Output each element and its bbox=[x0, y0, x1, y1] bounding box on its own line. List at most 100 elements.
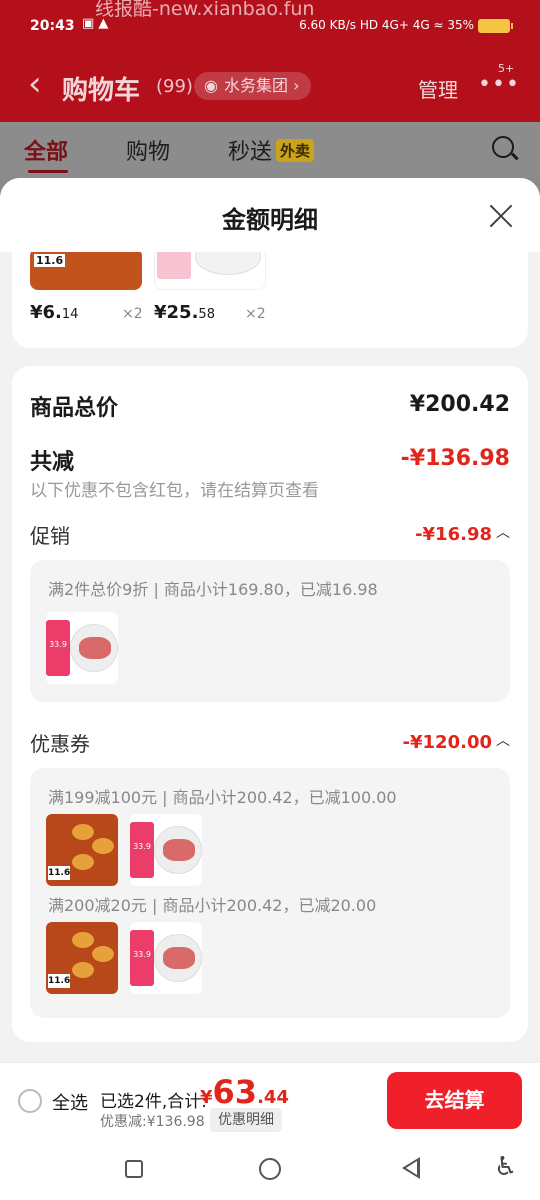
checkout-button[interactable]: 去结算 bbox=[387, 1072, 522, 1129]
discount-summary: 优惠减:¥136.98 bbox=[100, 1114, 205, 1130]
price-dec: .44 bbox=[257, 1087, 289, 1108]
search-icon[interactable] bbox=[492, 136, 514, 158]
pink-tag: 33.9 bbox=[130, 822, 154, 878]
item-price-int: ¥25. bbox=[154, 302, 199, 323]
cart-count: (99) bbox=[156, 76, 193, 97]
cart-nav-row: ‹ 购物车 (99) ◉ 水务集团 › 管理 ••• 5+ bbox=[0, 62, 540, 108]
product-thumb-meat[interactable]: 33.9 bbox=[46, 612, 118, 684]
promo-value: -¥16.98 bbox=[415, 524, 492, 545]
sheet-title: 金额明细 bbox=[222, 206, 318, 234]
total-reduce-label: 共减 bbox=[30, 450, 75, 475]
product-thumb-meat[interactable]: 33.9 bbox=[130, 814, 202, 886]
status-time: 20:43 bbox=[30, 18, 75, 34]
plate-image bbox=[154, 826, 202, 874]
thumb-price-tag: 33.9 bbox=[133, 950, 151, 959]
tab-underline bbox=[28, 170, 68, 173]
cake-shape bbox=[92, 946, 114, 962]
item-price-dec: 58 bbox=[198, 307, 215, 322]
back-nav-icon[interactable] bbox=[402, 1157, 420, 1179]
coupon-detail-box: 满199减100元 | 商品小计200.42，已减100.00 11.6 33.… bbox=[30, 768, 510, 1018]
checkout-bar: 全选 已选2件,合计: ¥63.44 优惠减:¥136.98 优惠明细 去结算 bbox=[0, 1062, 540, 1138]
product-thumb-food[interactable]: 11.6 bbox=[46, 814, 118, 886]
plate-image bbox=[154, 934, 202, 982]
thumb-price-tag: 33.9 bbox=[133, 842, 151, 851]
price-detail-card: 商品总价 ¥200.42 共减 -¥136.98 以下优惠不包含红包，请在结算页… bbox=[12, 366, 528, 1042]
select-all-checkbox[interactable] bbox=[18, 1089, 42, 1113]
selected-items-card: 11.6 ¥6.14 ×2 ¥25.58 ×2 bbox=[12, 252, 528, 348]
amount-detail-sheet: 金额明细 11.6 ¥6.14 ×2 ¥25.58 ×2 商品总价 ¥200.4… bbox=[0, 178, 540, 1062]
select-all-label[interactable]: 全选 bbox=[52, 1089, 88, 1115]
goods-total-label: 商品总价 bbox=[30, 396, 119, 421]
battery-icon bbox=[478, 18, 513, 33]
tab-express-label: 秒送 bbox=[228, 140, 273, 165]
close-icon[interactable] bbox=[488, 202, 516, 230]
thumb-price-tag: 11.6 bbox=[48, 974, 71, 988]
item-qty: ×2 bbox=[245, 306, 266, 322]
reduce-note: 以下优惠不包含红包，请在结算页查看 bbox=[30, 481, 319, 501]
product-thumb-food[interactable]: 11.6 bbox=[46, 922, 118, 994]
coupon-rule: 满200减20元 | 商品小计200.42，已减20.00 bbox=[48, 896, 377, 915]
discount-detail-button[interactable]: 优惠明细 bbox=[210, 1108, 282, 1132]
status-indicators: 6.60 KB/s HD 4G+ 4G ≈ 35% bbox=[299, 18, 474, 32]
item-thumb-tag: 11.6 bbox=[34, 254, 66, 267]
plate-image bbox=[70, 624, 118, 672]
promo-toggle[interactable]: -¥16.98 ︿ bbox=[415, 522, 510, 545]
item-thumb-meat bbox=[154, 252, 266, 290]
system-nav-bar: ♿︎ bbox=[0, 1138, 540, 1200]
cake-shape bbox=[72, 854, 94, 870]
notification-icons: ▣ ▲ bbox=[82, 16, 109, 31]
item-qty: ×2 bbox=[122, 306, 143, 322]
coupon-rule: 满199减100元 | 商品小计200.42，已减100.00 bbox=[48, 788, 397, 807]
thumb-price-tag: 33.9 bbox=[49, 640, 67, 649]
thumb-price-tag: 11.6 bbox=[48, 866, 71, 880]
org-label: 水务集团 bbox=[223, 76, 288, 95]
status-right: 6.60 KB/s HD 4G+ 4G ≈ 35% bbox=[299, 18, 513, 33]
item-price-dec: 14 bbox=[61, 307, 79, 322]
selected-summary: 已选2件,合计: bbox=[100, 1092, 207, 1112]
cake-shape bbox=[92, 838, 114, 854]
status-bar: 20:43 ▣ ▲ 6.60 KB/s HD 4G+ 4G ≈ 35% bbox=[0, 14, 540, 44]
manage-button[interactable]: 管理 bbox=[418, 74, 458, 103]
cake-shape bbox=[72, 824, 94, 840]
item-price: ¥25.58 bbox=[154, 302, 215, 323]
cake-shape bbox=[72, 962, 94, 978]
item-price: ¥6.14 bbox=[30, 302, 78, 323]
coupon-label: 优惠券 bbox=[30, 732, 90, 756]
item-thumb-meat-tag bbox=[157, 252, 191, 279]
back-icon[interactable]: ‹ bbox=[28, 66, 42, 102]
home-icon[interactable] bbox=[259, 1158, 281, 1180]
chevron-right-icon: › bbox=[287, 76, 300, 95]
pink-tag: 33.9 bbox=[130, 930, 154, 986]
eye-icon: ◉ bbox=[204, 76, 218, 95]
total-price: ¥63.44 bbox=[200, 1073, 289, 1111]
promo-rule: 满2件总价9折 | 商品小计169.80，已减16.98 bbox=[48, 580, 378, 599]
takeout-badge: 外卖 bbox=[276, 139, 315, 162]
item-thumb-food: 11.6 bbox=[30, 252, 142, 290]
page-title: 购物车 bbox=[62, 76, 141, 106]
coupon-value: -¥120.00 bbox=[402, 732, 492, 753]
accessibility-icon[interactable]: ♿︎ bbox=[494, 1152, 517, 1182]
tab-all[interactable]: 全部 bbox=[24, 134, 68, 166]
promo-label: 促销 bbox=[30, 524, 70, 548]
sheet-header: 金额明细 bbox=[0, 178, 540, 252]
chevron-up-icon: ︿ bbox=[496, 525, 510, 541]
plate-image bbox=[195, 252, 261, 275]
tab-express[interactable]: 秒送 外卖 bbox=[228, 134, 315, 166]
cart-tabs: 全部 购物 秒送 外卖 bbox=[0, 122, 540, 178]
more-badge: 5+ bbox=[498, 62, 515, 75]
coupon-toggle[interactable]: -¥120.00 ︿ bbox=[403, 730, 510, 753]
item-price-int: ¥6. bbox=[30, 302, 62, 323]
promo-detail-box: 满2件总价9折 | 商品小计169.80，已减16.98 33.9 bbox=[30, 560, 510, 702]
total-reduce-value: -¥136.98 bbox=[400, 446, 510, 471]
goods-total-value: ¥200.42 bbox=[409, 392, 510, 417]
product-thumb-meat[interactable]: 33.9 bbox=[130, 922, 202, 994]
more-icon[interactable]: ••• bbox=[478, 72, 520, 97]
tab-shopping[interactable]: 购物 bbox=[126, 134, 170, 166]
price-int: 63 bbox=[212, 1073, 258, 1111]
pink-tag: 33.9 bbox=[46, 620, 70, 676]
org-selector[interactable]: ◉ 水务集团 › bbox=[194, 72, 312, 100]
price-currency: ¥ bbox=[200, 1087, 213, 1108]
cake-shape bbox=[72, 932, 94, 948]
recent-apps-icon[interactable] bbox=[125, 1160, 143, 1178]
chevron-up-icon: ︿ bbox=[496, 733, 510, 749]
